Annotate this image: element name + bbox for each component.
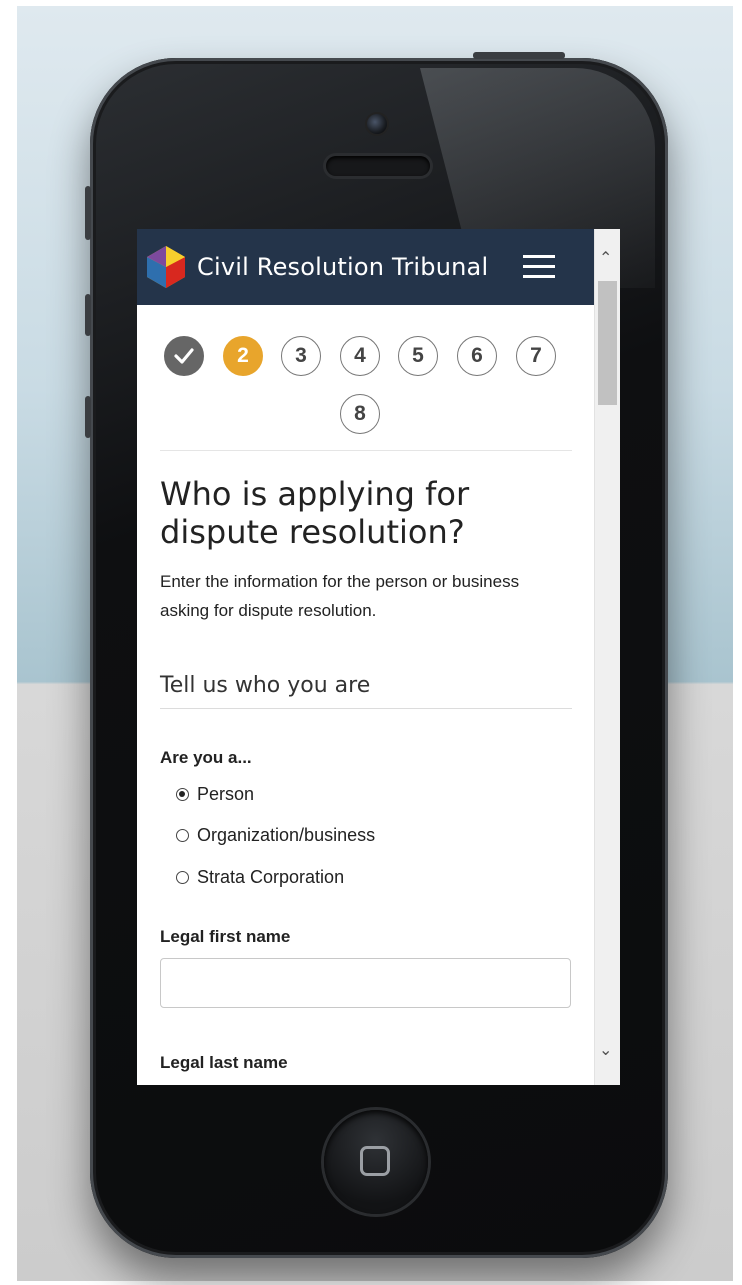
- volume-up-button: [85, 294, 91, 336]
- radio-button[interactable]: [176, 829, 189, 842]
- scroll-up-arrow-icon[interactable]: ⌃: [599, 251, 612, 267]
- step-4[interactable]: 4: [340, 336, 380, 376]
- power-button: [473, 52, 565, 59]
- step-7[interactable]: 7: [516, 336, 556, 376]
- scroll-thumb[interactable]: [598, 281, 617, 405]
- hexagon-logo-icon[interactable]: [143, 244, 189, 290]
- brand-title[interactable]: Civil Resolution Tribunal: [197, 253, 488, 281]
- radio-button[interactable]: [176, 871, 189, 884]
- applicant-type-label: Are you a...: [160, 748, 252, 767]
- radio-option-strata[interactable]: Strata Corporation: [176, 867, 344, 888]
- step-1-complete[interactable]: [164, 336, 204, 376]
- speaker-grille: [326, 156, 430, 176]
- page-title: Who is applying for dispute resolution?: [160, 475, 470, 551]
- step-2-current[interactable]: 2: [223, 336, 263, 376]
- radio-label: Person: [197, 784, 255, 804]
- camera-icon: [367, 114, 387, 134]
- scrollbar[interactable]: ⌃ ⌄: [594, 229, 620, 1085]
- radio-button-selected[interactable]: [176, 788, 189, 801]
- radio-label: Organization/business: [197, 825, 376, 845]
- radio-option-person[interactable]: Person: [176, 784, 254, 805]
- first-name-label: Legal first name: [160, 927, 291, 946]
- intro-text: Enter the information for the person or …: [160, 572, 520, 620]
- navbar: Civil Resolution Tribunal: [137, 229, 595, 305]
- scroll-down-arrow-icon[interactable]: ⌄: [599, 1043, 612, 1059]
- radio-option-organization[interactable]: Organization/business: [176, 825, 375, 846]
- step-5[interactable]: 5: [398, 336, 438, 376]
- last-name-label: Legal last name: [160, 1053, 288, 1072]
- home-square-icon: [360, 1146, 390, 1176]
- section-title: Tell us who you are: [160, 673, 572, 709]
- step-6[interactable]: 6: [457, 336, 497, 376]
- checkmark-icon: [174, 348, 194, 364]
- step-3[interactable]: 3: [281, 336, 321, 376]
- main-content: 2 3 4 5 6 7 8 Who is applying for disput…: [160, 305, 572, 1072]
- volume-down-button: [85, 396, 91, 438]
- step-8[interactable]: 8: [340, 394, 380, 434]
- mute-switch: [85, 186, 91, 240]
- radio-label: Strata Corporation: [197, 867, 345, 887]
- progress-stepper: 2 3 4 5 6 7 8: [160, 305, 572, 451]
- first-name-input[interactable]: [160, 958, 571, 1008]
- home-button[interactable]: [324, 1110, 428, 1214]
- phone-screen: Civil Resolution Tribunal ⌃ ⌄ 2 3 4 5 6 …: [137, 229, 620, 1085]
- hamburger-menu-icon[interactable]: [523, 255, 555, 279]
